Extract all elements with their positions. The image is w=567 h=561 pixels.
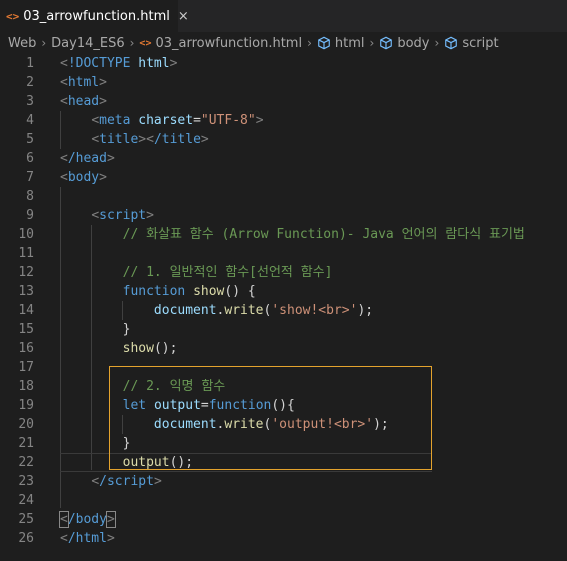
line-number: 22 — [18, 455, 34, 470]
line-number: 3 — [26, 94, 34, 109]
line-number: 4 — [26, 113, 34, 128]
code-line: 15 } — [0, 320, 567, 339]
line-number: 1 — [26, 56, 34, 71]
line-number: 2 — [26, 75, 34, 90]
breadcrumb-item-script[interactable]: script — [462, 36, 498, 51]
line-number: 7 — [26, 170, 34, 185]
code-line: 16 show(); — [0, 339, 567, 358]
breadcrumb-item-file[interactable]: 03_arrowfunction.html — [155, 36, 302, 51]
line-number: 14 — [18, 303, 34, 318]
line-number: 20 — [18, 417, 34, 432]
line-number: 11 — [18, 246, 34, 261]
line-number: 26 — [18, 531, 34, 546]
code-line: 12 // 1. 일반적인 함수[선언적 함수] — [0, 263, 567, 282]
close-icon[interactable]: × — [178, 9, 189, 24]
code-line: 9 <script> — [0, 206, 567, 225]
line-number: 19 — [18, 398, 34, 413]
line-number: 10 — [18, 227, 34, 242]
cube-icon — [318, 36, 330, 50]
html-file-icon: <> — [6, 10, 20, 23]
code-line: 26 </html> — [0, 529, 567, 548]
tab-label: 03_arrowfunction.html — [23, 9, 170, 24]
line-number: 23 — [18, 474, 34, 489]
chevron-right-icon: › — [434, 36, 440, 50]
chevron-right-icon: › — [307, 36, 312, 50]
line-number: 5 — [26, 132, 34, 147]
chevron-right-icon: › — [369, 36, 375, 50]
tab-03-arrowfunction[interactable]: <> 03_arrowfunction.html × — [0, 0, 189, 32]
line-number: 9 — [26, 208, 34, 223]
code-line: 4 <meta charset="UTF-8"> — [0, 111, 567, 130]
line-number: 8 — [26, 189, 34, 204]
line-number: 6 — [26, 151, 34, 166]
breadcrumb: Web › Day14_ES6 › <> 03_arrowfunction.ht… — [0, 32, 567, 54]
chevron-right-icon: › — [129, 36, 135, 50]
code-line: 25 </body> — [0, 510, 567, 529]
breadcrumb-item-body[interactable]: body — [397, 36, 429, 51]
line-number: 25 — [18, 512, 34, 527]
line-number: 18 — [18, 379, 34, 394]
code-line: 6 </head> — [0, 149, 567, 168]
line-number: 17 — [18, 360, 34, 375]
line-number: 12 — [18, 265, 34, 280]
line-number: 21 — [18, 436, 34, 451]
cube-icon — [380, 36, 393, 50]
line-number: 24 — [18, 493, 34, 508]
code-line: 23 </script> — [0, 472, 567, 491]
breadcrumb-item-web[interactable]: Web — [8, 36, 36, 51]
line-number: 13 — [18, 284, 34, 299]
code-line: 10 // 화살표 함수 (Arrow Function)- Java 언어의 … — [0, 225, 567, 244]
code-comment: // 1. 일반적인 함수[선언적 함수] — [122, 265, 333, 280]
html-file-icon: <> — [139, 37, 152, 49]
chevron-right-icon: › — [41, 36, 47, 50]
code-editor[interactable]: 1 <!DOCTYPE html> 2 <html> 3 <head> 4 <m… — [0, 54, 567, 561]
cube-icon — [445, 36, 458, 50]
code-comment: // 화살표 함수 (Arrow Function)- Java 언어의 람다식… — [122, 227, 525, 242]
code-line: 3 <head> — [0, 92, 567, 111]
code-line: 13 function show() { — [0, 282, 567, 301]
line-number: 16 — [18, 341, 34, 356]
code-line: 24 — [0, 491, 567, 510]
code-line: 5 <title></title> — [0, 130, 567, 149]
line-number: 15 — [18, 322, 34, 337]
code-line: 14 document.write('show!<br>'); — [0, 301, 567, 320]
code-line: 8 — [0, 187, 567, 206]
code-line: 11 — [0, 244, 567, 263]
code-line: 1 <!DOCTYPE html> — [0, 54, 567, 73]
breadcrumb-item-folder[interactable]: Day14_ES6 — [51, 36, 124, 51]
breadcrumb-item-html[interactable]: html — [335, 36, 365, 51]
annotation-highlight-box — [109, 366, 432, 470]
tab-bar: <> 03_arrowfunction.html × — [0, 0, 567, 32]
code-line: 7 <body> — [0, 168, 567, 187]
code-line: 2 <html> — [0, 73, 567, 92]
